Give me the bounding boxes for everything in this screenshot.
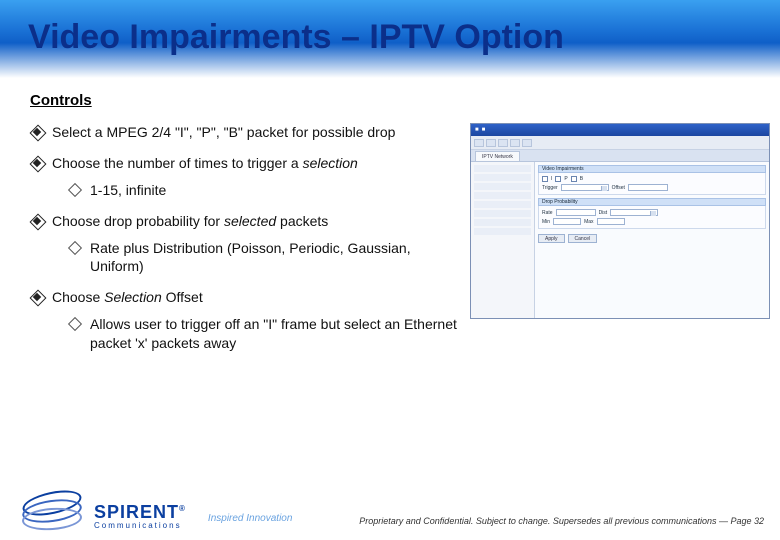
bullet-text-after: packets [276, 213, 328, 229]
list-item: Choose the number of times to trigger a … [30, 154, 460, 200]
bullet-italic: Selection [104, 289, 162, 305]
bullet-text: Choose drop probability for [52, 213, 224, 229]
list-item: Choose drop probability for selected pac… [30, 212, 460, 277]
bullet-list: Select a MPEG 2/4 "I", "P", "B" packet f… [30, 123, 460, 353]
bullet-italic: selection [303, 155, 358, 171]
logo-tagline: Inspired Innovation [208, 513, 293, 524]
thumb-cancel-button: Cancel [568, 234, 598, 243]
bullet-text: Choose [52, 289, 104, 305]
footer-note: Proprietary and Confidential. Subject to… [359, 516, 764, 526]
thumb-toolbar [471, 136, 769, 150]
thumb-apply-button: Apply [538, 234, 565, 243]
sub-item: 1-15, infinite [68, 181, 460, 200]
thumb-sidebar [471, 162, 535, 318]
sub-item: Allows user to trigger off an "I" frame … [68, 315, 460, 353]
logo-mark-icon [26, 488, 82, 530]
list-item: Select a MPEG 2/4 "I", "P", "B" packet f… [30, 123, 460, 142]
bullet-text: Choose the number of times to trigger a [52, 155, 303, 171]
thumb-panel-header: Video Impairments [538, 165, 766, 173]
sub-item: Rate plus Distribution (Poisson, Periodi… [68, 239, 460, 277]
thumb-panel-header: Drop Probability [538, 198, 766, 206]
bullet-text-after: Offset [162, 289, 203, 305]
thumb-tab: IPTV Network [475, 151, 520, 161]
thumb-main: Video Impairments IPB TriggerOffset Drop… [535, 162, 769, 318]
thumb-titlebar: ■■ [471, 124, 769, 136]
logo-subtitle: Communications [94, 521, 186, 530]
bullet-italic: selected [224, 213, 276, 229]
slide-title: Video Impairments – IPTV Option [28, 18, 564, 57]
bullet-text: Select a MPEG 2/4 "I", "P", "B" packet f… [52, 124, 395, 140]
section-heading: Controls [30, 92, 750, 109]
logo-name: SPIRENT [94, 502, 179, 522]
list-item: Choose Selection Offset Allows user to t… [30, 288, 460, 353]
logo-registered: ® [179, 504, 186, 513]
screenshot-thumbnail: ■■ IPTV Network Video Impairments [470, 123, 770, 319]
thumb-tabs: IPTV Network [471, 150, 769, 162]
logo: SPIRENT® Communications Inspired Innovat… [26, 488, 292, 530]
